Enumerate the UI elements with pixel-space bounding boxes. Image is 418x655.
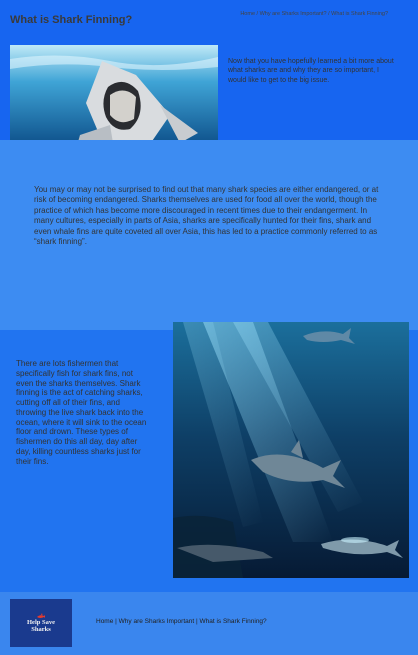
footer-important-link[interactable]: Why are Sharks Important	[119, 618, 195, 625]
breadcrumb: Home / Why are Sharks Important? / What …	[240, 11, 388, 17]
underwater-sharks-art	[173, 322, 409, 578]
page-title: What is Shark Finning?	[10, 14, 133, 26]
logo-text-line2: Sharks	[31, 626, 51, 633]
logo-text: Help Save Sharks	[27, 619, 55, 634]
intro-paragraph: Now that you have hopefully learned a bi…	[228, 58, 394, 84]
breadcrumb-home-link[interactable]: Home	[240, 11, 255, 17]
breadcrumb-current[interactable]: What is Shark Finning?	[331, 11, 388, 17]
footer-finning-link[interactable]: What is Shark Finning?	[199, 618, 266, 625]
footer-nav: Home | Why are Sharks Important | What i…	[96, 618, 267, 625]
endangered-paragraph: You may or may not be surprised to find …	[34, 185, 379, 246]
shark-icon	[37, 613, 45, 619]
underwater-sharks-photo	[173, 322, 409, 578]
breadcrumb-important-link[interactable]: Why are Sharks Important?	[260, 11, 327, 17]
finning-paragraph: There are lots fishermen that specifical…	[16, 359, 147, 466]
shark-photo-art	[10, 45, 218, 150]
logo[interactable]: Help Save Sharks	[10, 599, 72, 647]
shark-photo	[10, 45, 218, 150]
footer-home-link[interactable]: Home	[96, 618, 113, 625]
